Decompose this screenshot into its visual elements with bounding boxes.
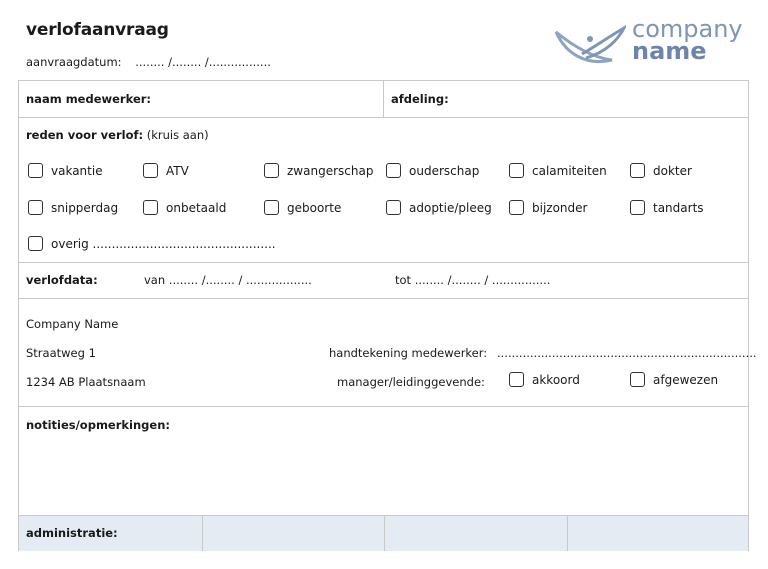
checkbox-label: ATV [166,163,189,178]
checkbox-adoptie-pleeg[interactable]: adoptie/pleeg [386,200,492,215]
company-name: Company Name [26,317,119,331]
leave-dates-label: verlofdata: [26,273,98,287]
checkbox-label: dokter [653,163,692,178]
logo-line-2: name [632,37,707,65]
checkbox-box[interactable] [264,163,279,178]
divider [202,515,203,551]
leave-date-from-field[interactable]: van ........ /........ / ...............… [144,273,312,287]
checkbox-snipperdag[interactable]: snipperdag [28,200,118,215]
checkbox-label: onbetaald [166,200,227,215]
checkbox-calamiteiten[interactable]: calamiteiten [509,163,607,178]
divider [383,81,384,117]
reason-label: reden voor verlof: (kruis aan) [26,128,209,142]
notes-area[interactable] [19,436,748,514]
checkbox-tandarts[interactable]: tandarts [630,200,704,215]
employee-signature-field[interactable]: ........................................… [497,346,757,360]
checkbox-akkoord[interactable]: akkoord [509,372,580,387]
checkbox-geboorte[interactable]: geboorte [264,200,341,215]
admin-label: administratie: [26,526,118,540]
leave-date-to-field[interactable]: tot ........ /........ / ...............… [395,273,550,287]
request-date: aanvraagdatum: ........ /........ /.....… [26,55,271,69]
checkbox-box[interactable] [630,163,645,178]
checkbox-label: snipperdag [51,200,119,215]
checkbox-atv[interactable]: ATV [143,163,189,178]
divider [19,117,748,118]
checkbox-label: tandarts [653,200,704,215]
divider [567,515,568,551]
checkbox-label: calamiteiten [532,163,607,178]
checkbox-bijzonder[interactable]: bijzonder [509,200,587,215]
checkbox-label: ouderschap [409,163,480,178]
checkbox-box[interactable] [143,200,158,215]
divider [384,515,385,551]
checkbox-label: afgewezen [653,372,719,387]
company-logo: company name [552,17,752,76]
checkbox-box[interactable] [630,372,645,387]
checkbox-box[interactable] [264,200,279,215]
checkbox-box[interactable] [386,163,401,178]
checkbox-afgewezen[interactable]: afgewezen [630,372,718,387]
company-city: 1234 AB Plaatsnaam [26,375,146,389]
checkbox-label: vakantie [51,163,103,178]
department-label: afdeling: [391,92,449,106]
checkbox-box[interactable] [28,236,43,251]
reason-label-hint: (kruis aan) [146,128,209,142]
employee-name-label: naam medewerker: [26,92,152,106]
checkbox-zwangerschap[interactable]: zwangerschap [264,163,373,178]
request-date-field[interactable]: ........ /........ /................. [135,55,271,69]
checkbox-label: adoptie/pleeg [409,200,492,215]
notes-label: notities/opmerkingen: [26,418,170,432]
request-date-label: aanvraagdatum: [26,55,122,69]
checkbox-box[interactable] [509,200,524,215]
checkbox-box[interactable] [28,200,43,215]
checkbox-box[interactable] [509,372,524,387]
checkbox-ouderschap[interactable]: ouderschap [386,163,479,178]
leaf-swoosh-icon [554,25,626,63]
checkbox-label: akkoord [532,372,580,387]
checkbox-box[interactable] [630,200,645,215]
company-street: Straatweg 1 [26,346,96,360]
divider [19,406,748,407]
checkbox-box[interactable] [143,163,158,178]
leave-request-form: naam medewerker: afdeling: reden voor ve… [18,80,757,551]
checkbox-dokter[interactable]: dokter [630,163,692,178]
checkbox-label: zwangerschap [287,163,374,178]
checkbox-label: bijzonder [532,200,588,215]
manager-label: manager/leidinggevende: [337,375,485,389]
checkbox-box[interactable] [28,163,43,178]
divider [19,262,748,263]
form-title: verlofaanvraag [26,20,169,40]
divider [19,298,748,299]
checkbox-overig[interactable]: overig .................................… [28,236,276,251]
checkbox-label: overig .................................… [51,236,276,251]
checkbox-label: geboorte [287,200,342,215]
employee-signature-label: handtekening medewerker: [329,346,488,360]
checkbox-box[interactable] [509,163,524,178]
checkbox-box[interactable] [386,200,401,215]
checkbox-onbetaald[interactable]: onbetaald [143,200,226,215]
checkbox-vakantie[interactable]: vakantie [28,163,103,178]
reason-label-bold: reden voor verlof: [26,128,144,142]
